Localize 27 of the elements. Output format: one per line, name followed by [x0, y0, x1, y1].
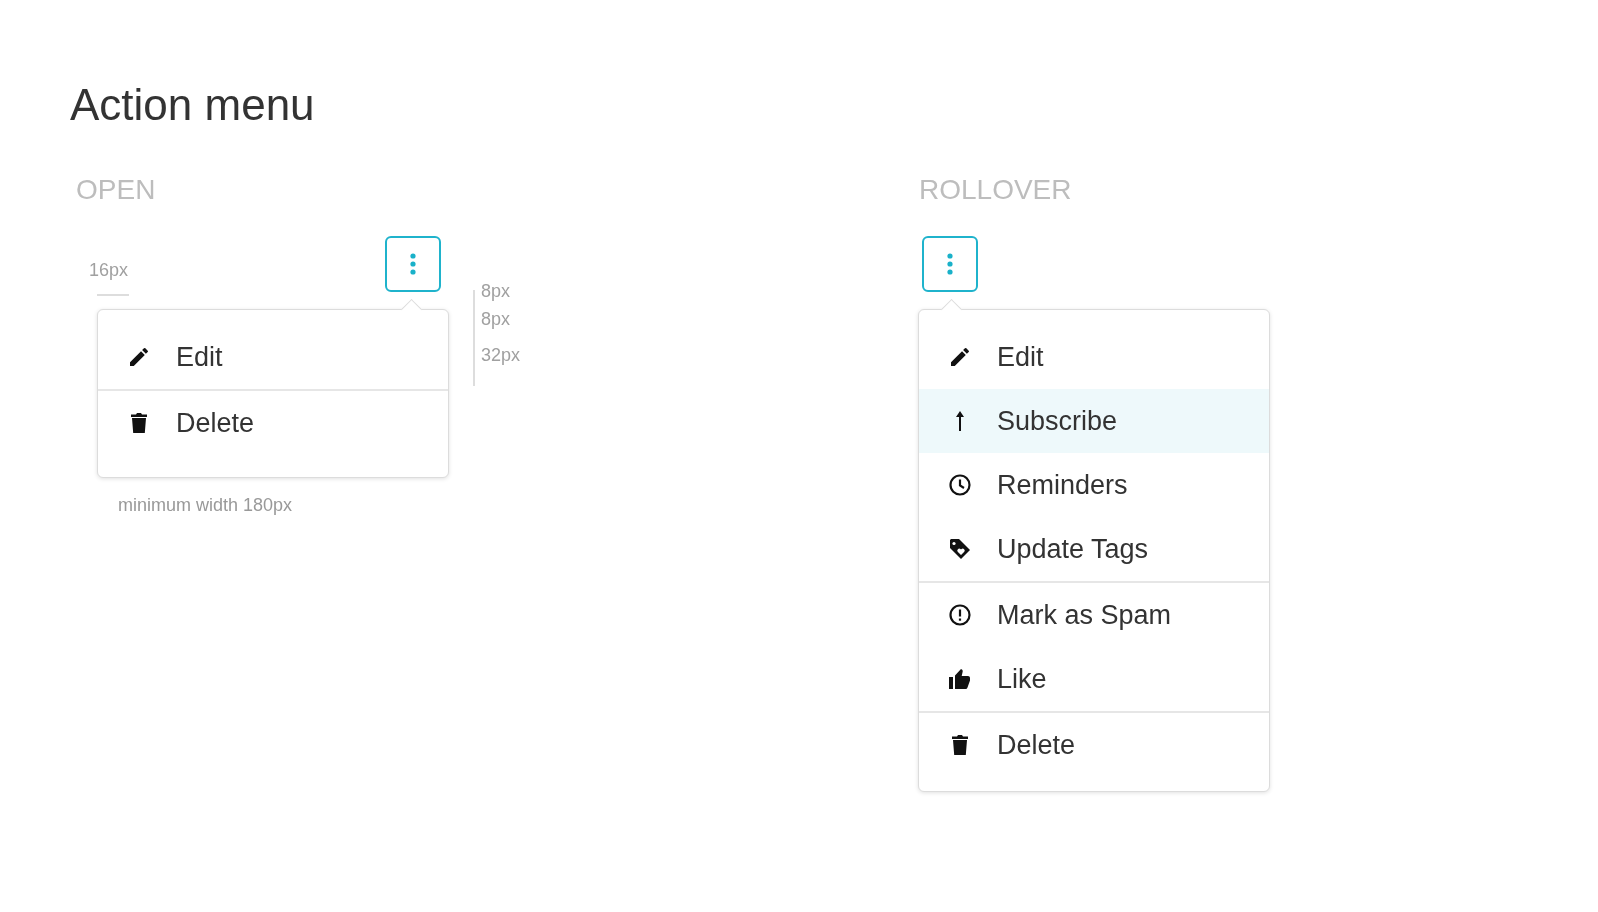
menu-item[interactable]: Update Tags: [919, 517, 1269, 581]
more-button[interactable]: [922, 236, 978, 292]
padding-annotation: 16px: [89, 260, 129, 280]
menu-item[interactable]: Reminders: [919, 453, 1269, 517]
menu-item[interactable]: Edit: [919, 325, 1269, 389]
menu-item[interactable]: Mark as Spam: [919, 583, 1269, 647]
more-icon: [410, 253, 416, 275]
menu-item[interactable]: Edit: [98, 325, 448, 389]
section-label: OPEN: [76, 174, 156, 206]
clock-icon: [948, 473, 972, 497]
more-icon: [947, 253, 953, 275]
pencil-icon: [948, 345, 972, 369]
page-title: Action menu: [70, 79, 316, 131]
spacing-annotation: 32px: [481, 345, 521, 365]
menu-item[interactable]: Delete: [919, 713, 1269, 777]
width-annotation: minimum width 180px: [118, 495, 294, 516]
pencil-icon: [127, 345, 151, 369]
menu-item[interactable]: Subscribe: [919, 389, 1269, 453]
menu-item[interactable]: Delete: [98, 391, 448, 455]
menu-item[interactable]: Like: [919, 647, 1269, 711]
thumbs-up-icon: [948, 667, 972, 691]
tag-icon: [948, 537, 972, 561]
more-button[interactable]: [385, 236, 441, 292]
spacing-annotation: 8px: [481, 309, 511, 329]
spacing-annotation: 8px: [481, 281, 511, 301]
section-label: ROLLOVER: [919, 174, 1072, 206]
exclamation-circle-icon: [948, 603, 972, 627]
